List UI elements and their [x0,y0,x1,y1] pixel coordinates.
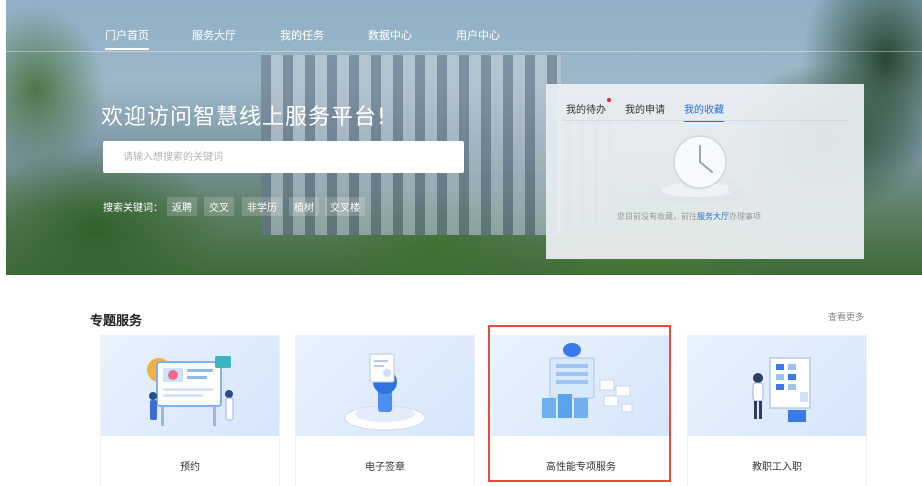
service-card-e-seal[interactable]: 电子签章 [295,335,475,486]
empty-prefix: 您目前没有收藏，前往 [617,212,697,221]
selection-highlight [488,325,671,482]
todo-badge [607,98,611,102]
card-label: 教职工入职 [752,462,802,473]
top-nav: 门户首页 服务大厅 我的任务 数据中心 用户中心 [6,0,922,52]
service-card-appointment[interactable]: 预约 [100,335,280,486]
clock-icon [642,124,752,208]
welcome-title: 欢迎访问智慧线上服务平台! [101,105,387,130]
appointment-illustration [147,356,234,426]
user-panel: 我的待办 我的申请 我的收藏 您目前没有收藏，前往服务大厅办理事项 [546,84,864,259]
tab-divider [562,120,850,121]
card-image [101,336,279,436]
e-seal-illustration [344,353,426,431]
service-hall-link[interactable]: 服务大厅 [697,212,729,221]
search-input[interactable] [103,141,453,173]
card-image [688,336,866,436]
section-title: 专题服务 [90,314,143,329]
service-card-onboarding[interactable]: 教职工入职 [687,335,867,486]
onboarding-illustration [752,357,811,422]
nav-my-tasks[interactable]: 我的任务 [280,27,324,43]
tab-my-favorites[interactable]: 我的收藏 [684,101,724,122]
keyword-tag[interactable]: 交叉楼 [325,197,365,216]
nav-data-center[interactable]: 数据中心 [368,27,412,43]
nav-user-center[interactable]: 用户中心 [456,27,500,43]
empty-suffix: 办理事项 [729,212,761,221]
keyword-tag[interactable]: 交叉 [204,197,234,216]
card-image [296,336,474,436]
keyword-label: 搜索关键词： [103,203,163,214]
search-box [103,141,464,173]
tab-my-applications[interactable]: 我的申请 [625,101,665,116]
view-more-link[interactable]: 查看更多 [828,310,864,323]
empty-favorites-text: 您目前没有收藏，前往服务大厅办理事项 [617,211,761,222]
card-label: 预约 [180,462,200,473]
card-label: 电子签章 [365,462,405,473]
tab-my-todo[interactable]: 我的待办 [566,101,606,116]
nav-home[interactable]: 门户首页 [105,27,149,50]
keyword-tag[interactable]: 返聘 [167,197,197,216]
keyword-tag[interactable]: 植树 [289,197,319,216]
keyword-tag[interactable]: 非学历 [242,197,282,216]
nav-service-hall[interactable]: 服务大厅 [192,27,236,43]
